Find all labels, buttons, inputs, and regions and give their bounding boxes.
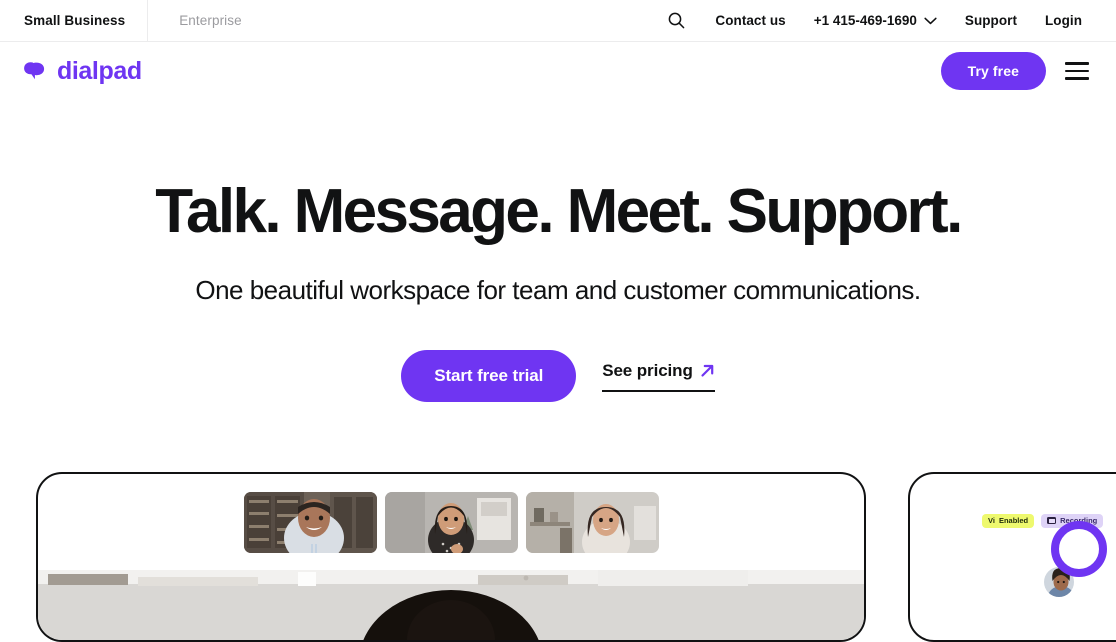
participant-video-3: [525, 492, 659, 553]
video-meeting-card: [36, 472, 866, 642]
hamburger-bar: [1065, 62, 1089, 65]
login-link[interactable]: Login: [1031, 13, 1096, 28]
participant-video-2: [384, 492, 518, 553]
vi-icon: Vi: [988, 516, 995, 525]
login-label: Login: [1045, 13, 1082, 28]
hamburger-menu-icon[interactable]: [1062, 56, 1092, 86]
hamburger-bar: [1065, 69, 1089, 73]
see-pricing-label: See pricing: [602, 360, 693, 380]
search-button[interactable]: [659, 4, 693, 38]
dialpad-speech-bubble-icon: [24, 62, 45, 80]
participant-tile-2: [384, 492, 518, 553]
hero-section: Talk. Message. Meet. Support. One beauti…: [0, 100, 1116, 403]
participant-tile-row: [38, 492, 864, 553]
hamburger-bar: [1065, 77, 1089, 80]
phone-number-dropdown[interactable]: +1 415-469-1690: [800, 13, 951, 28]
status-badge-vi-enabled: Vi Enabled: [982, 514, 1035, 528]
audience-tab-enterprise[interactable]: Enterprise: [147, 0, 264, 42]
audience-tab-group: Small Business Enterprise: [0, 0, 264, 42]
support-chat-ring-icon[interactable]: [1051, 521, 1107, 577]
support-link[interactable]: Support: [951, 13, 1031, 28]
participant-video-1: [243, 492, 377, 553]
participant-tile-3: [525, 492, 659, 553]
see-pricing-link[interactable]: See pricing: [602, 361, 715, 392]
utility-links-group: Contact us +1 415-469-1690 Support Login: [659, 4, 1116, 38]
chevron-down-icon: [924, 17, 937, 24]
status-badge-label: Enabled: [998, 516, 1029, 525]
hero-media-area: Vi Enabled Recording: [0, 472, 1116, 642]
main-navigation-bar: dialpad Try free: [0, 42, 1116, 100]
search-icon: [668, 12, 685, 29]
try-free-button[interactable]: Try free: [940, 52, 1046, 90]
contact-us-label: Contact us: [715, 13, 786, 28]
dialpad-logo[interactable]: dialpad: [22, 56, 142, 85]
dialpad-wordmark: dialpad: [57, 56, 142, 85]
contact-us-link[interactable]: Contact us: [701, 13, 799, 28]
hero-subtitle: One beautiful workspace for team and cus…: [195, 275, 921, 306]
audience-tab-small-business[interactable]: Small Business: [0, 0, 147, 42]
support-label: Support: [964, 13, 1017, 28]
page-title: Talk. Message. Meet. Support.: [155, 177, 963, 246]
audience-tab-label: Enterprise: [179, 13, 242, 28]
phone-number-label: +1 415-469-1690: [813, 13, 917, 28]
utility-top-bar: Small Business Enterprise Contact us +1 …: [0, 0, 1116, 42]
start-free-trial-button[interactable]: Start free trial: [401, 350, 577, 403]
recording-icon: [1047, 517, 1057, 525]
hero-cta-group: Start free trial See pricing: [0, 350, 1116, 403]
participant-tile-1: [243, 492, 377, 553]
nav-actions: Try free: [940, 52, 1096, 90]
arrow-up-right-icon: [701, 365, 714, 377]
audience-tab-label: Small Business: [24, 13, 126, 28]
